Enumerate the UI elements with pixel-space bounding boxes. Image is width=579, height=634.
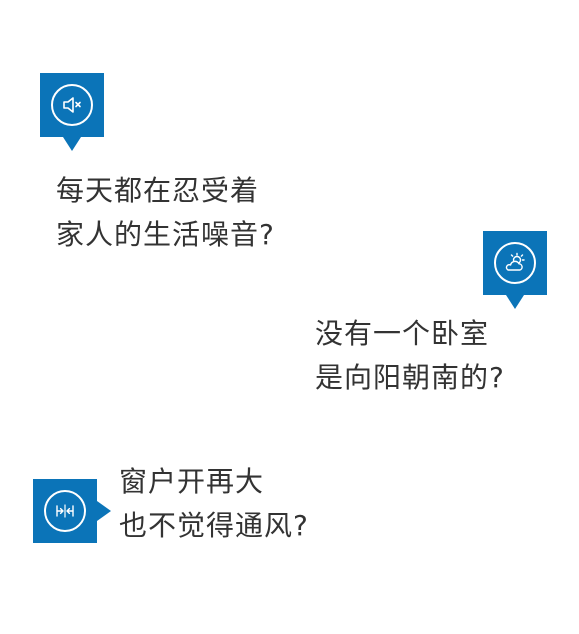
- ventilation-icon-box: [33, 479, 97, 543]
- sunlight-pointer: [506, 295, 524, 309]
- sunlight-line-2: 是向阳朝南的?: [315, 361, 505, 394]
- noise-pointer: [63, 137, 81, 151]
- ventilation-line-2: 也不觉得通风?: [119, 509, 309, 542]
- sunlight-line-1: 没有一个卧室: [315, 317, 490, 350]
- noise-icon-box: [40, 73, 104, 137]
- sun-cloud-icon: [494, 242, 536, 284]
- mute-icon: [51, 84, 93, 126]
- sunlight-text: 没有一个卧室 是向阳朝南的?: [315, 312, 505, 400]
- ventilation-text: 窗户开再大 也不觉得通风?: [119, 460, 309, 548]
- noise-text: 每天都在忍受着 家人的生活噪音?: [56, 169, 275, 257]
- ventilation-pointer: [97, 501, 111, 521]
- window-ventilation-icon: [44, 490, 86, 532]
- noise-line-1: 每天都在忍受着: [56, 174, 260, 207]
- noise-line-2: 家人的生活噪音?: [56, 218, 275, 251]
- sunlight-icon-box: [483, 231, 547, 295]
- ventilation-line-1: 窗户开再大: [119, 465, 265, 498]
